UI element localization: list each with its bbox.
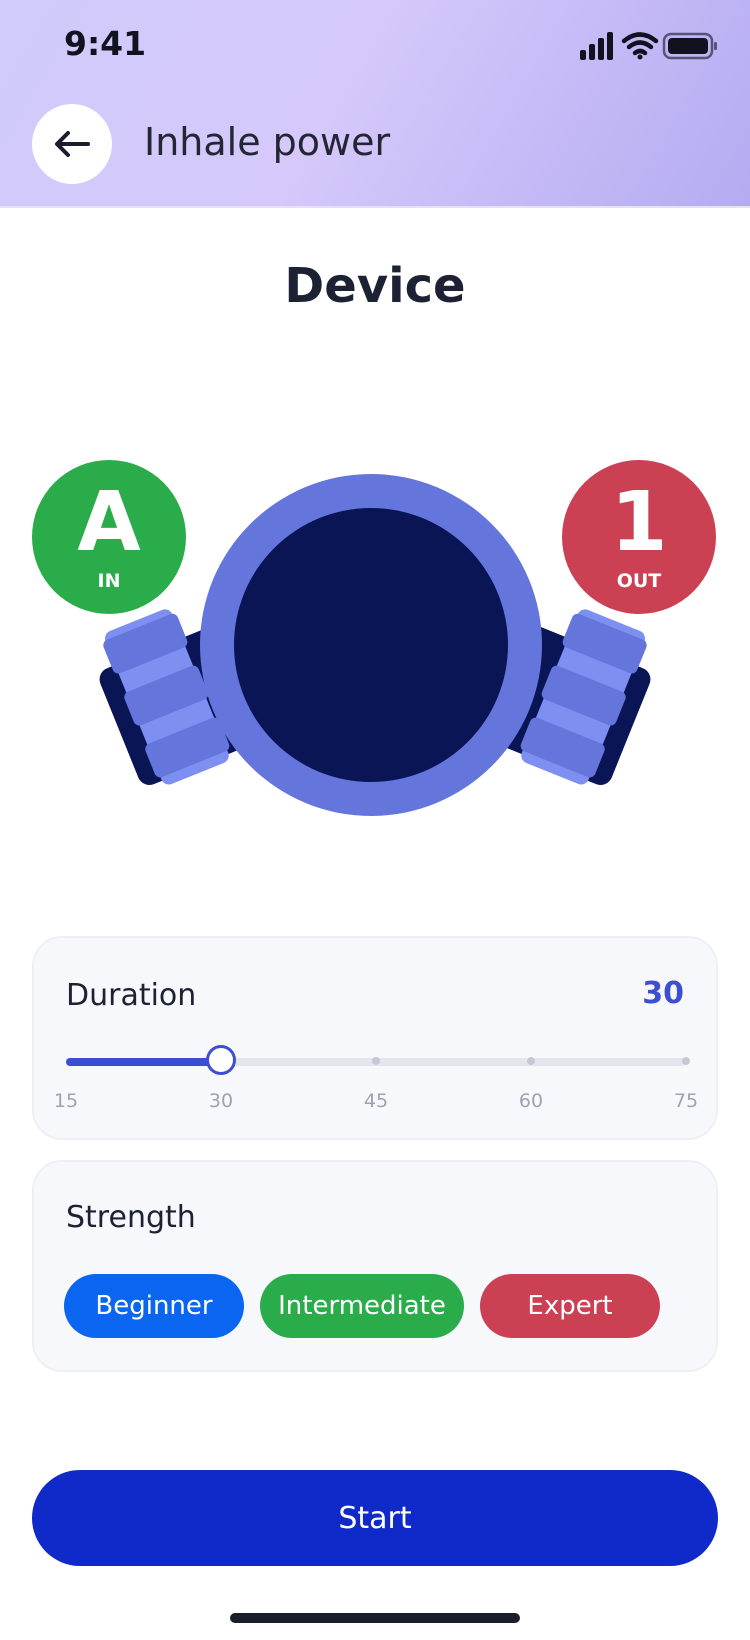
battery-icon	[662, 32, 717, 60]
intermediate-button[interactable]: Intermediate	[260, 1274, 464, 1338]
slider-tick-label: 15	[53, 1090, 79, 1112]
duration-slider[interactable]	[66, 1045, 690, 1075]
out-badge-label: OUT	[616, 570, 662, 592]
slider-tick-dot	[527, 1057, 535, 1065]
strength-label: Strength	[66, 1200, 196, 1235]
start-button[interactable]: Start	[32, 1470, 718, 1566]
signal-icon	[580, 32, 613, 60]
page-title: Device	[284, 258, 466, 314]
duration-label: Duration	[66, 978, 197, 1013]
in-badge-letter: A	[77, 475, 141, 570]
duration-value: 30	[642, 976, 684, 1011]
status-time: 9:41	[64, 24, 147, 63]
in-badge-label: IN	[97, 570, 121, 592]
back-button[interactable]	[32, 104, 112, 184]
wifi-icon	[621, 32, 659, 60]
slider-tick-label: 75	[673, 1090, 699, 1112]
beginner-button[interactable]: Beginner	[64, 1274, 244, 1338]
header-title: Inhale power	[144, 120, 391, 164]
home-indicator	[230, 1613, 520, 1623]
slider-tick-dot	[682, 1057, 690, 1065]
slider-tick-label: 30	[208, 1090, 234, 1112]
header: 9:41 Inhale power	[0, 0, 750, 208]
slider-tick-label: 45	[363, 1090, 389, 1112]
duration-card: Duration 30 15 30 45 60 75	[32, 936, 718, 1140]
device-core	[234, 508, 508, 782]
slider-thumb[interactable]	[206, 1045, 236, 1075]
slider-tick-label: 60	[518, 1090, 544, 1112]
out-badge-letter: 1	[610, 475, 668, 570]
status-icons	[580, 32, 717, 60]
out-badge: 1 OUT	[562, 460, 716, 614]
strength-card: Strength Beginner Intermediate Expert	[32, 1160, 718, 1372]
expert-button[interactable]: Expert	[480, 1274, 660, 1338]
in-badge: A IN	[32, 460, 186, 614]
slider-fill	[66, 1058, 221, 1066]
arrow-left-icon	[55, 131, 90, 157]
slider-tick-dot	[372, 1057, 380, 1065]
